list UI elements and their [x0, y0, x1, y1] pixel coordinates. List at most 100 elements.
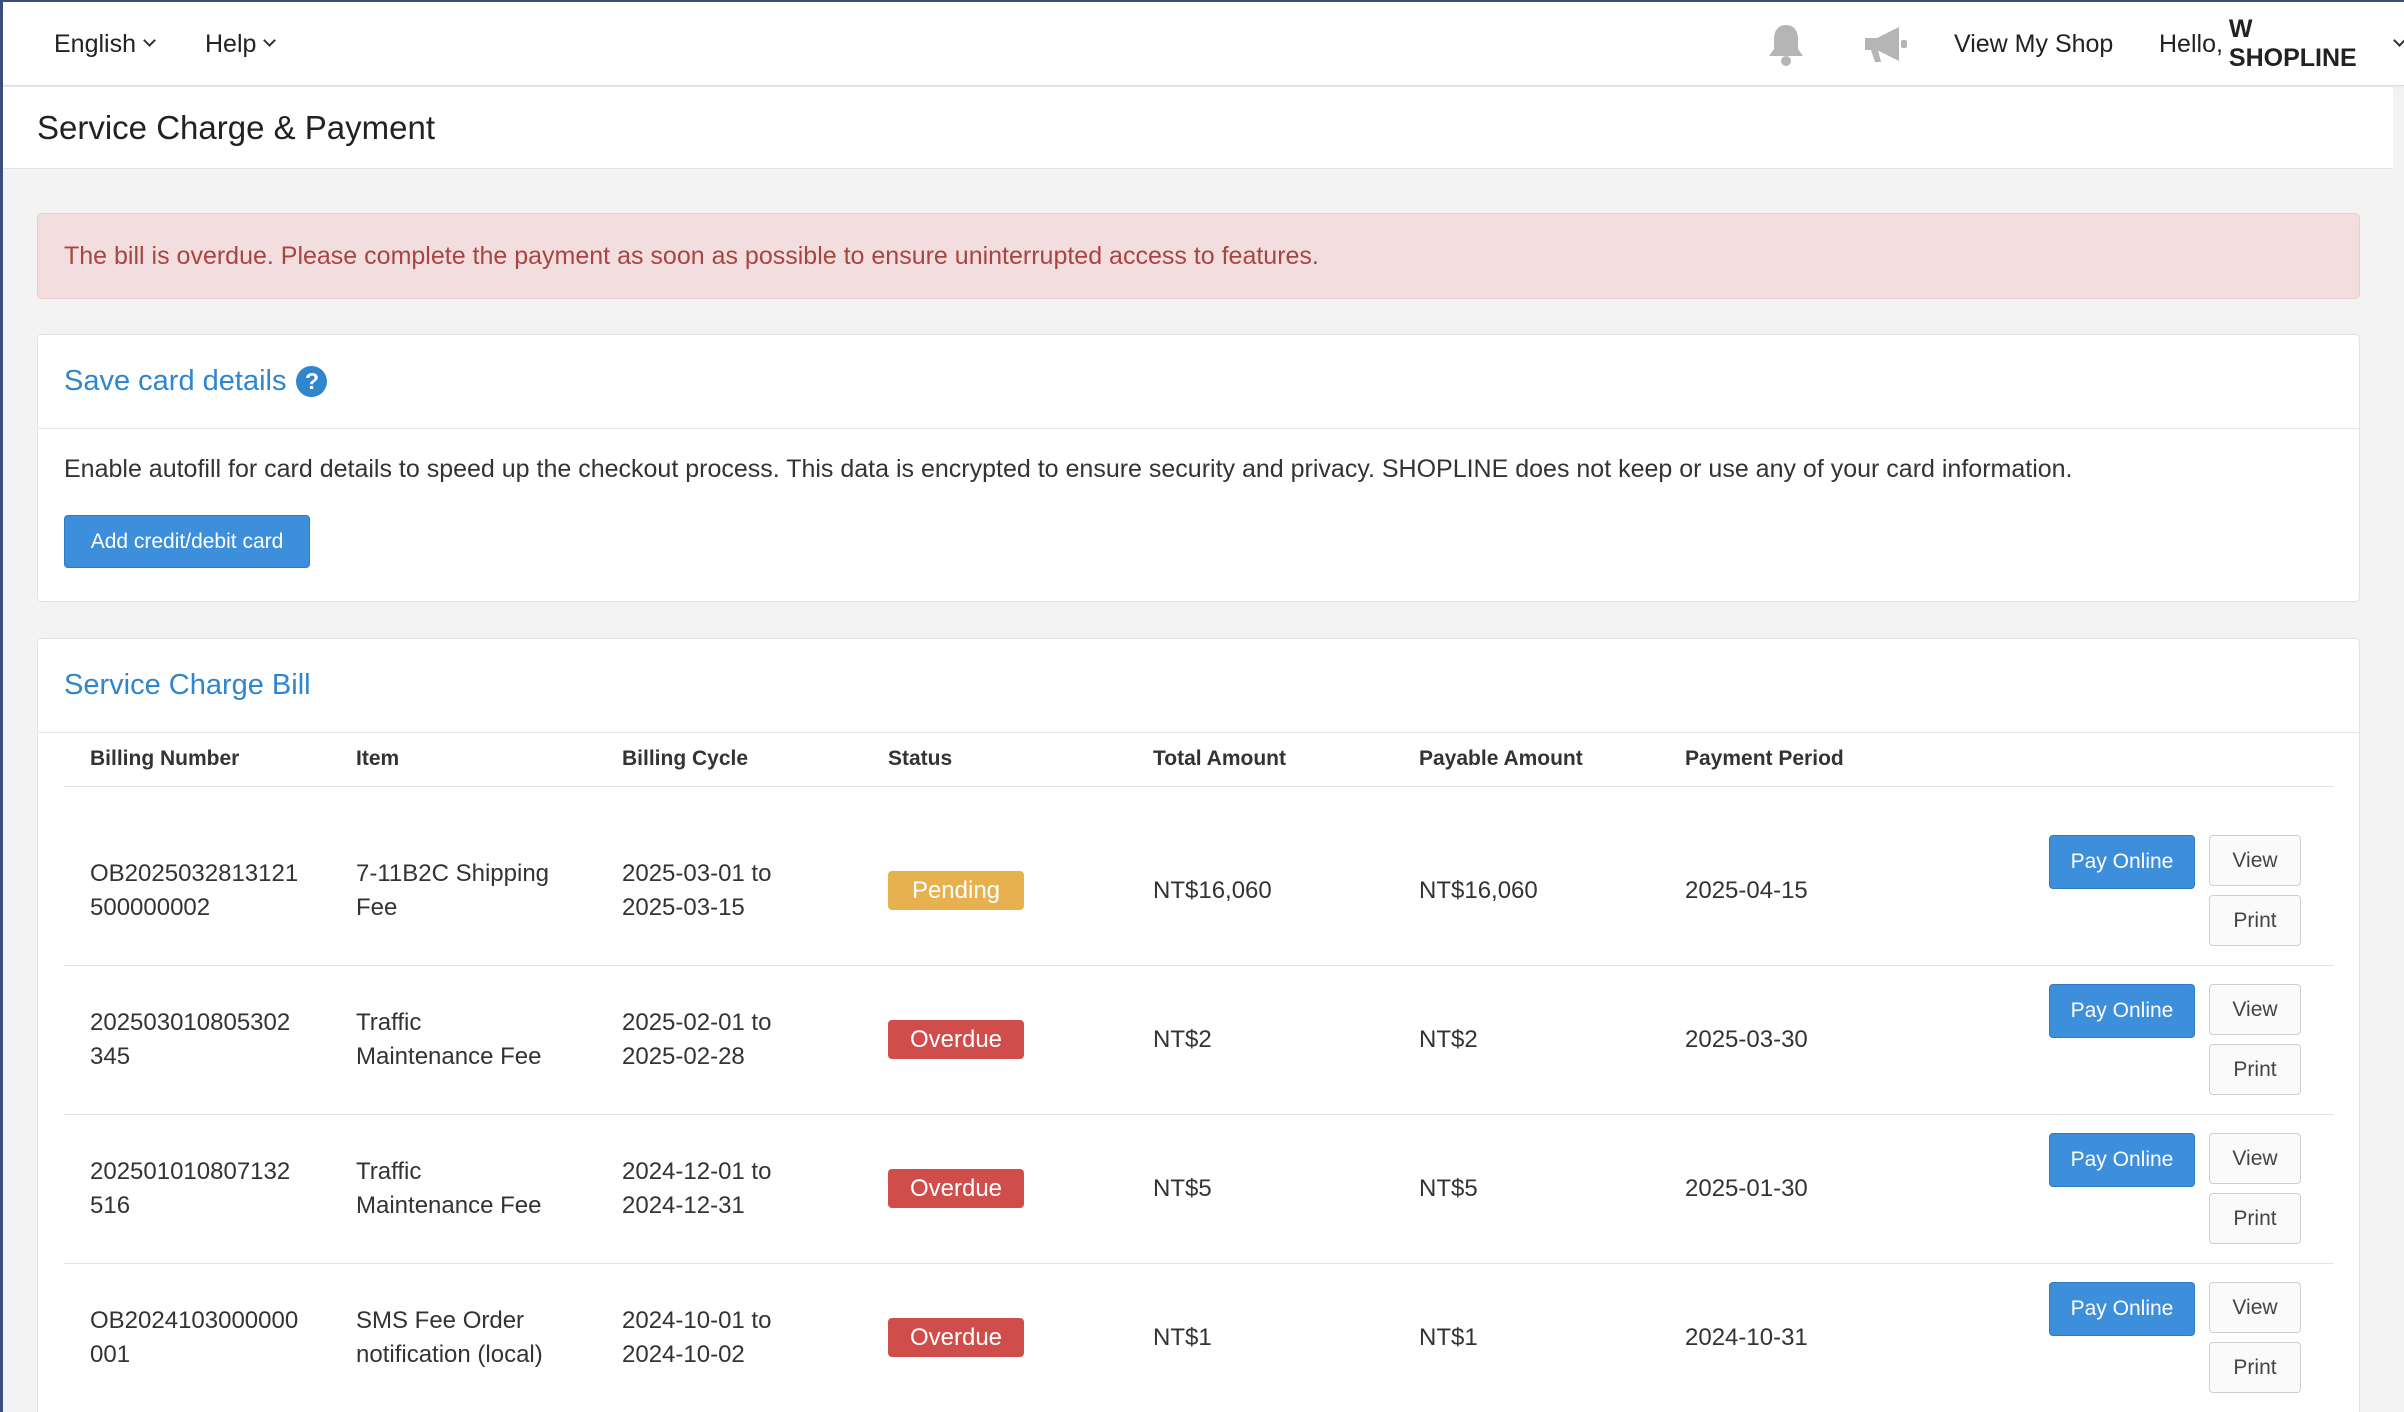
billing-number-line: 202501010807132 — [90, 1158, 291, 1185]
chevron-down-icon — [263, 34, 277, 47]
alert-message: The bill is overdue. Please complete the… — [64, 241, 1319, 270]
cycle-line: 2024-12-31 — [622, 1192, 745, 1219]
view-button[interactable]: View — [2209, 1282, 2301, 1333]
print-button[interactable]: Print — [2209, 1342, 2301, 1393]
chevron-down-icon — [143, 34, 156, 47]
item-line: Traffic — [356, 1158, 422, 1185]
print-button[interactable]: Print — [2209, 1044, 2301, 1095]
item-line: Maintenance Fee — [356, 1043, 542, 1070]
window-frame-left — [0, 0, 3, 1412]
item-line: SMS Fee Order — [356, 1307, 525, 1334]
payment-period: 2024-10-31 — [1685, 1324, 1808, 1351]
table-header: Billing Number Item Billing Cycle Status… — [64, 729, 2334, 787]
billing-number-line: OB2024103000000 — [90, 1307, 299, 1334]
column-header: Billing Cycle — [622, 747, 749, 770]
column-header: Total Amount — [1153, 747, 1286, 770]
item-line: 7-11B2C Shipping — [356, 860, 550, 887]
billing-number: OB2025032813121 500000002 — [90, 857, 298, 925]
panel-heading: Service Charge Bill — [38, 639, 2359, 733]
print-button[interactable]: Print — [2209, 1193, 2301, 1244]
language-dropdown[interactable]: English — [54, 2, 156, 86]
view-button[interactable]: View — [2209, 984, 2301, 1035]
payment-period: 2025-01-30 — [1685, 1175, 1808, 1202]
service-charge-bill-panel: Service Charge Bill Billing Number Item … — [37, 638, 2360, 1412]
total-amount: NT$1 — [1153, 1324, 1212, 1351]
language-label: English — [54, 29, 136, 58]
card-description: Enable autofill for card details to spee… — [64, 455, 2073, 483]
user-menu[interactable]: Hello, W SHOPLINE — [2159, 2, 2404, 86]
total-amount: NT$5 — [1153, 1175, 1212, 1202]
chevron-down-icon — [2393, 34, 2404, 47]
user-name: W SHOPLINE — [2228, 15, 2357, 72]
payable-amount: NT$2 — [1419, 1026, 1478, 1053]
status-badge: Pending — [888, 871, 1024, 910]
panel-heading: Save card details ? — [38, 335, 2359, 429]
page-title: Service Charge & Payment — [37, 109, 436, 146]
total-amount: NT$2 — [1153, 1026, 1212, 1053]
pay-online-button[interactable]: Pay Online — [2049, 1282, 2195, 1336]
cycle-line: 2024-10-02 — [622, 1341, 745, 1368]
cycle-line: 2025-03-01 to — [622, 860, 772, 887]
table-row: 202503010805302 345 Traffic Maintenance … — [64, 966, 2334, 1115]
cycle-line: 2025-02-28 — [622, 1043, 745, 1070]
megaphone-icon[interactable] — [1859, 24, 1909, 71]
panel-title: Service Charge Bill — [64, 669, 311, 701]
view-button[interactable]: View — [2209, 835, 2301, 886]
item: SMS Fee Order notification (local) — [356, 1304, 543, 1372]
view-button[interactable]: View — [2209, 1133, 2301, 1184]
status-badge: Overdue — [888, 1020, 1024, 1059]
payment-period: 2025-04-15 — [1685, 877, 1808, 904]
billing-cycle: 2025-03-01 to 2025-03-15 — [622, 857, 771, 925]
item-line: notification (local) — [356, 1341, 543, 1368]
payment-period: 2025-03-30 — [1685, 1026, 1808, 1053]
column-header: Item — [356, 747, 400, 770]
item-line: Traffic — [356, 1009, 422, 1036]
table-row: OB2024103000000 001 SMS Fee Order notifi… — [64, 1264, 2334, 1412]
billing-number: 202501010807132 516 — [90, 1155, 290, 1223]
payable-amount: NT$5 — [1419, 1175, 1478, 1202]
print-button[interactable]: Print — [2209, 895, 2301, 946]
table-row: OB2025032813121 500000002 7-11B2C Shippi… — [64, 817, 2334, 966]
pay-online-button[interactable]: Pay Online — [2049, 984, 2195, 1038]
cycle-line: 2024-12-01 to — [622, 1158, 772, 1185]
greeting-text: Hello, — [2159, 29, 2223, 58]
help-icon[interactable]: ? — [296, 366, 328, 397]
table-row: 202501010807132 516 Traffic Maintenance … — [64, 1115, 2334, 1264]
status-badge: Overdue — [888, 1318, 1024, 1357]
help-dropdown[interactable]: Help — [205, 2, 277, 86]
billing-number: 202503010805302 345 — [90, 1006, 290, 1074]
save-card-panel: Save card details ? Enable autofill for … — [37, 334, 2360, 602]
status-badge: Overdue — [888, 1169, 1024, 1208]
pay-online-button[interactable]: Pay Online — [2049, 1133, 2195, 1187]
cycle-line: 2024-10-01 to — [622, 1307, 772, 1334]
billing-number-line: OB2025032813121 — [90, 860, 299, 887]
billing-cycle: 2025-02-01 to 2025-02-28 — [622, 1006, 771, 1074]
billing-number: OB2024103000000 001 — [90, 1304, 298, 1372]
column-header: Payment Period — [1685, 747, 1844, 770]
item-line: Fee — [356, 894, 398, 921]
billing-number-line: 516 — [90, 1192, 131, 1219]
payable-amount: NT$1 — [1419, 1324, 1478, 1351]
pay-online-button[interactable]: Pay Online — [2049, 835, 2195, 889]
item: Traffic Maintenance Fee — [356, 1155, 541, 1223]
payable-amount: NT$16,060 — [1419, 877, 1538, 904]
billing-cycle: 2024-10-01 to 2024-10-02 — [622, 1304, 771, 1372]
bell-icon[interactable] — [1765, 22, 1807, 73]
help-label: Help — [205, 29, 257, 58]
view-my-shop-link[interactable]: View My Shop — [1954, 2, 2113, 86]
billing-number-line: 500000002 — [90, 894, 211, 921]
billing-number-line: 202503010805302 — [90, 1009, 291, 1036]
top-navbar: English Help View My Shop Hello, W SHOPL… — [3, 2, 2404, 86]
cycle-line: 2025-02-01 to — [622, 1009, 772, 1036]
column-header: Payable Amount — [1419, 747, 1583, 770]
add-card-button[interactable]: Add credit/debit card — [64, 515, 310, 568]
overdue-alert: The bill is overdue. Please complete the… — [37, 213, 2360, 299]
item: Traffic Maintenance Fee — [356, 1006, 541, 1074]
total-amount: NT$16,060 — [1153, 877, 1272, 904]
panel-title: Save card details — [64, 365, 287, 397]
cycle-line: 2025-03-15 — [622, 894, 745, 921]
page-header: Service Charge & Payment — [3, 87, 2393, 169]
view-my-shop-label: View My Shop — [1954, 29, 2114, 58]
billing-number-line: 001 — [90, 1341, 131, 1368]
item-line: Maintenance Fee — [356, 1192, 542, 1219]
